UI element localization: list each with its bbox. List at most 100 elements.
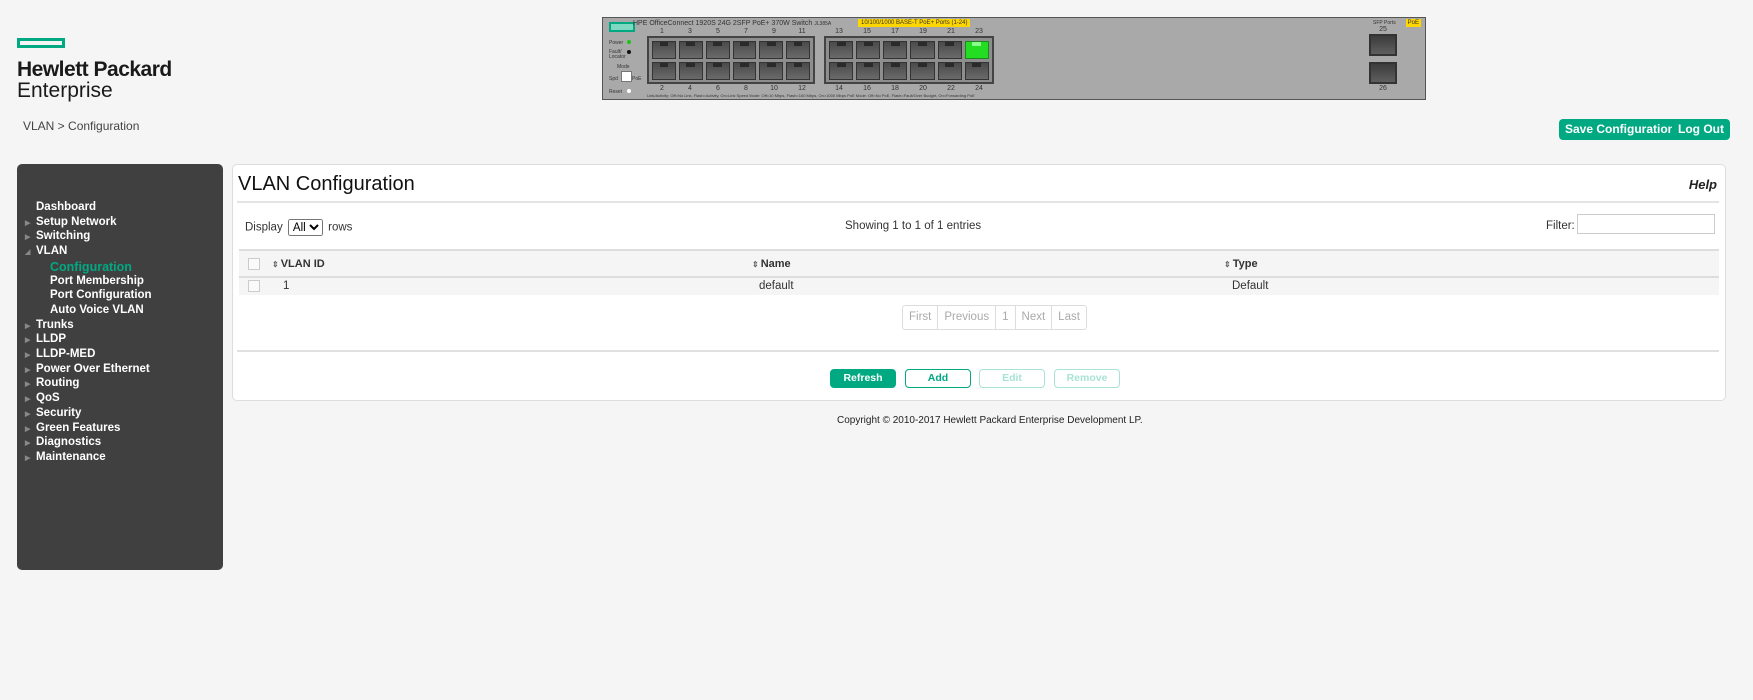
sidebar-item-diagnostics[interactable]: ▶ Diagnostics	[25, 436, 101, 448]
sort-icon: ⇕	[272, 260, 279, 269]
sfp-port-26[interactable]	[1369, 62, 1397, 84]
port-6[interactable]	[705, 62, 730, 80]
sidebar-item-port-membership[interactable]: Port Membership	[50, 275, 144, 287]
sidebar-item-dashboard[interactable]: Dashboard	[36, 201, 96, 213]
sidebar-item-auto-voice-vlan[interactable]: Auto Voice VLAN	[50, 304, 144, 316]
sfp-port-26-number: 26	[1379, 85, 1387, 92]
table-row[interactable]: 1 default Default	[239, 278, 1719, 295]
sidebar-item-label: Green Features	[36, 421, 121, 434]
port-3[interactable]	[678, 41, 703, 59]
help-link[interactable]: Help	[1689, 177, 1717, 192]
port-8[interactable]	[732, 62, 757, 80]
sidebar-item-label: Port Membership	[50, 274, 144, 287]
port-22[interactable]	[937, 62, 962, 80]
display-label: Display	[245, 221, 283, 234]
sort-icon: ⇕	[1224, 260, 1231, 269]
pager-first[interactable]: First	[903, 306, 939, 329]
copyright: Copyright © 2010-2017 Hewlett Packard En…	[837, 415, 1143, 426]
port-23[interactable]	[964, 41, 989, 59]
log-out-button[interactable]: Log Out	[1672, 119, 1730, 140]
sidebar-item-label: Routing	[36, 377, 80, 390]
sidebar-item-label: Maintenance	[36, 450, 106, 463]
sidebar-item-power-over-ethernet[interactable]: ▶ Power Over Ethernet	[25, 363, 150, 375]
port-4[interactable]	[678, 62, 703, 80]
filter-input[interactable]	[1577, 214, 1715, 234]
sort-icon: ⇕	[752, 260, 759, 269]
sidebar-item-port-configuration[interactable]: Port Configuration	[50, 289, 152, 301]
sidebar-item-lldp-med[interactable]: ▶ LLDP-MED	[25, 348, 95, 360]
add-button[interactable]: Add	[905, 369, 971, 388]
port-13[interactable]	[829, 41, 854, 59]
select-all-checkbox[interactable]	[248, 258, 260, 270]
port-block-1-12	[647, 36, 815, 84]
sidebar-item-vlan[interactable]: ◢ VLAN	[25, 245, 67, 257]
collapsed-arrow-icon: ▶	[25, 219, 31, 227]
collapsed-arrow-icon: ▶	[25, 366, 31, 374]
port-7[interactable]	[732, 41, 757, 59]
sidebar-item-routing[interactable]: ▶ Routing	[25, 377, 80, 390]
port-24[interactable]	[964, 62, 989, 80]
port-21[interactable]	[937, 41, 962, 59]
collapsed-arrow-icon: ▶	[25, 454, 31, 462]
sidebar-item-maintenance[interactable]: ▶ Maintenance	[25, 450, 106, 463]
port-20[interactable]	[910, 62, 935, 80]
port-5[interactable]	[705, 41, 730, 59]
sidebar-item-qos[interactable]: ▶ QoS	[25, 392, 60, 404]
title-divider	[237, 201, 1719, 203]
sidebar-item-green-features[interactable]: ▶ Green Features	[25, 421, 121, 434]
port-number-label: 23	[975, 28, 983, 35]
device-model-code: JL385A	[814, 21, 832, 27]
sfp-port-25[interactable]	[1369, 34, 1397, 56]
port-19[interactable]	[910, 41, 935, 59]
sidebar-item-switching[interactable]: ▶ Switching	[25, 230, 90, 242]
port-10[interactable]	[759, 62, 784, 80]
reset-button[interactable]	[627, 89, 631, 93]
collapsed-arrow-icon: ▶	[25, 396, 31, 404]
sidebar-item-configuration[interactable]: Configuration	[50, 260, 132, 274]
sidebar-item-lldp[interactable]: ▶ LLDP	[25, 333, 66, 345]
sidebar-item-label: Setup Network	[36, 215, 117, 228]
save-configuration-button[interactable]: Save Configuration	[1559, 119, 1682, 140]
remove-button[interactable]: Remove	[1054, 369, 1120, 388]
sidebar-item-setup-network[interactable]: ▶ Setup Network	[25, 215, 117, 228]
port-12[interactable]	[786, 62, 810, 80]
port-9[interactable]	[759, 41, 784, 59]
port-18[interactable]	[883, 62, 908, 80]
column-header-type-label: Type	[1232, 258, 1258, 270]
pager-page-1[interactable]: 1	[996, 306, 1016, 329]
column-header-name[interactable]: ⇕ Name	[752, 258, 791, 270]
port-number-label: 5	[716, 28, 720, 35]
collapsed-arrow-icon: ▶	[25, 381, 31, 389]
sidebar-item-security[interactable]: ▶ Security	[25, 407, 81, 419]
column-header-type[interactable]: ⇕ Type	[1224, 258, 1258, 270]
column-header-vlan-id[interactable]: ⇕ VLAN ID	[272, 258, 325, 270]
rows-label: rows	[328, 221, 353, 234]
edit-button[interactable]: Edit	[979, 369, 1045, 388]
sidebar-item-label: Dashboard	[36, 201, 97, 213]
port-11[interactable]	[786, 41, 810, 59]
port-number-label: 8	[744, 85, 748, 92]
cell-name: default	[759, 280, 794, 292]
port-number-label: 3	[688, 28, 692, 35]
vlan-configuration-panel: VLAN Configuration Help Display All rows…	[232, 164, 1726, 401]
port-14[interactable]	[829, 62, 854, 80]
port-16[interactable]	[856, 62, 881, 80]
sidebar-item-trunks[interactable]: ▶ Trunks	[25, 319, 74, 331]
port-17[interactable]	[883, 41, 908, 59]
port-1[interactable]	[652, 41, 676, 59]
pager-previous[interactable]: Previous	[938, 306, 997, 329]
sidebar-nav: Dashboard ▶ Setup Network ▶ Switching ◢ VLAN Co…	[17, 164, 223, 570]
port-2[interactable]	[652, 62, 676, 80]
row-checkbox[interactable]	[248, 280, 260, 292]
pager-next[interactable]: Next	[1016, 306, 1053, 329]
mode-button[interactable]	[621, 71, 632, 82]
port-number-label: 22	[947, 85, 955, 92]
actions-divider	[237, 350, 1719, 352]
port-15[interactable]	[856, 41, 881, 59]
poe-mode-label: PoE	[632, 76, 642, 82]
refresh-button[interactable]: Refresh	[830, 369, 896, 388]
top-port-numbers: 1 3 5 7 9 11 13 15 17 19 21 23	[648, 28, 993, 35]
display-rows-select[interactable]: All	[287, 219, 323, 236]
expanded-arrow-icon: ◢	[25, 249, 31, 257]
pager-last[interactable]: Last	[1052, 306, 1086, 329]
